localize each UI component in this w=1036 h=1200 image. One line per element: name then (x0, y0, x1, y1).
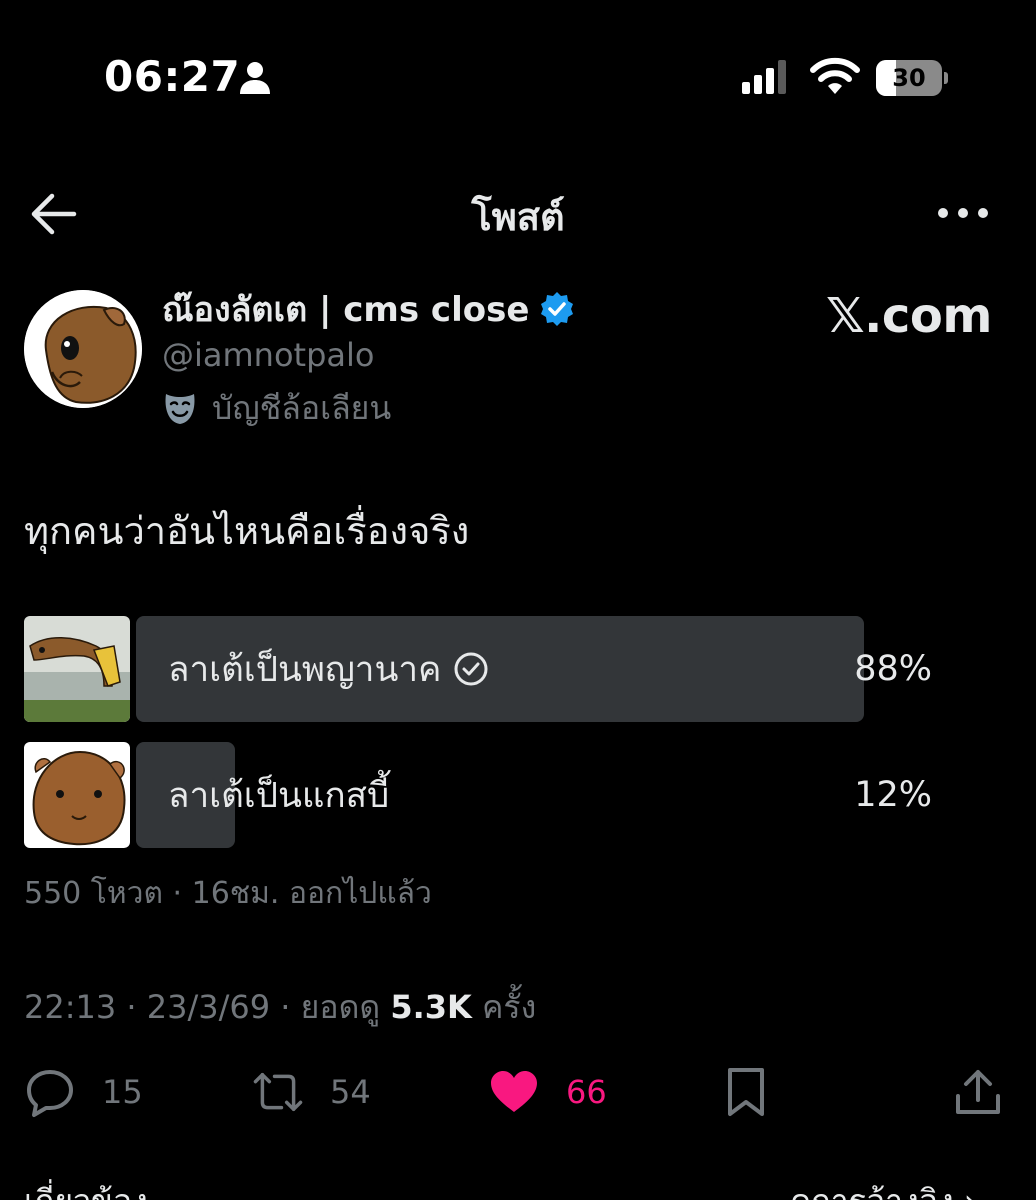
repost-icon (253, 1072, 303, 1112)
bookmark-button[interactable] (720, 1064, 772, 1120)
theater-mask-icon (165, 394, 195, 424)
heart-icon (491, 1071, 537, 1112)
reply-button[interactable]: 15 (24, 1064, 143, 1120)
status-bar: 06:27 30 (0, 0, 1036, 160)
author-name-row[interactable]: ณ๊องลัตเต | cms close (162, 286, 575, 332)
page-title: โพสต์ (471, 195, 565, 239)
parody-account-label: บัญชีล้อเลียน (212, 388, 392, 427)
reply-icon (27, 1070, 73, 1117)
reply-count: 15 (102, 1073, 143, 1111)
poll-option-2-thumbnail (24, 742, 130, 848)
quotes-link[interactable]: คการอ้างอิง › (790, 1176, 977, 1200)
avatar[interactable] (24, 290, 142, 408)
post-meta: 22:13 · 23/3/69 · ยอดดู 5.3K ครั้ง (24, 982, 536, 1033)
poll-option-1-percent: 88% (854, 649, 932, 689)
poll-option-1[interactable]: ลาเต้เป็นพญานาค 88% (24, 616, 944, 722)
ellipsis-icon[interactable] (934, 196, 992, 230)
check-circle-icon (454, 652, 488, 686)
poll-option-1-label: ลาเต้เป็นพญานาค (168, 649, 442, 690)
bookmark-icon (728, 1068, 764, 1116)
share-icon (956, 1070, 1000, 1114)
related-tab[interactable]: เกี่ยวข้อง ⌄ (24, 1176, 185, 1200)
author-name[interactable]: ณ๊องลัตเต | cms close (162, 282, 529, 336)
repost-count: 54 (330, 1073, 371, 1111)
poll-option-2[interactable]: ลาเต้เป็นแกสบี้ 12% (24, 742, 944, 848)
poll-option-2-label: ลาเต้เป็นแกสบี้ (168, 775, 390, 816)
author-handle[interactable]: @iamnotpalo (162, 336, 374, 374)
person-icon (240, 62, 270, 94)
verified-badge-icon[interactable] (539, 291, 575, 327)
parody-row: บัญชีล้อเลียน (162, 386, 391, 430)
post-views-count[interactable]: 5.3K (390, 988, 471, 1026)
post-timestamp: 22:13 · 23/3/69 · ยอดดู (24, 988, 391, 1026)
x-com-watermark: 𝕏.com (826, 288, 992, 344)
wifi-icon (810, 57, 860, 94)
poll-option-2-percent: 12% (854, 775, 932, 815)
poll-option-1-thumbnail (24, 616, 130, 722)
poll-meta: 550 โหวต · 16ชม. ออกไปแล้ว (24, 876, 432, 911)
battery-icon: 30 (876, 60, 948, 96)
battery-level: 30 (892, 64, 926, 92)
like-button[interactable]: 66 (488, 1064, 607, 1120)
post-views-suffix: ครั้ง (471, 988, 537, 1026)
post-text: ทุกคนว่าอันไหนคือเรื่องจริง (24, 509, 470, 553)
signal-icon (742, 60, 786, 94)
share-button[interactable] (952, 1064, 1004, 1120)
guinea-pig-avatar-image (24, 290, 142, 408)
like-count: 66 (566, 1073, 607, 1111)
repost-button[interactable]: 54 (252, 1064, 371, 1120)
status-time: 06:27 (104, 52, 241, 101)
